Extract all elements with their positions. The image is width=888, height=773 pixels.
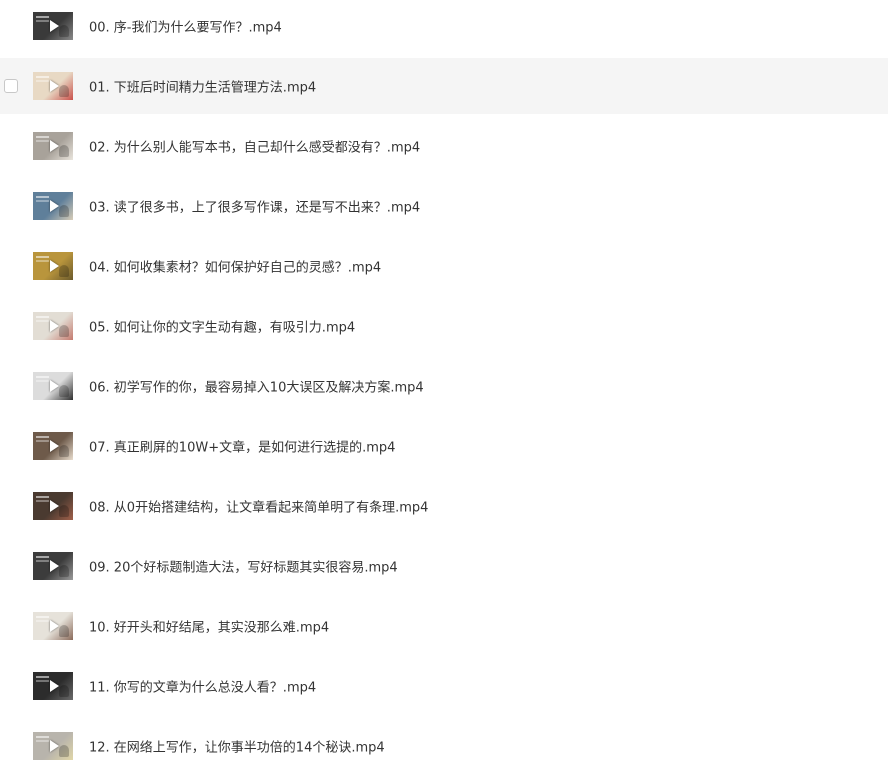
video-thumbnail[interactable] [33,312,73,340]
play-icon [50,680,59,692]
file-name[interactable]: 06. 初学写作的你，最容易掉入10大误区及解决方案.mp4 [89,377,424,396]
file-checkbox[interactable] [4,79,18,93]
play-icon [50,380,59,392]
file-name[interactable]: 09. 20个好标题制造大法，写好标题其实很容易.mp4 [89,557,398,576]
file-name[interactable]: 12. 在网络上写作，让你事半功倍的14个秘诀.mp4 [89,737,385,756]
play-icon [50,80,59,92]
play-icon [50,140,59,152]
file-row[interactable]: 10. 好开头和好结尾，其实没那么难.mp4 [0,598,888,654]
file-name[interactable]: 00. 序-我们为什么要写作？.mp4 [89,17,282,36]
play-icon [50,620,59,632]
play-icon [50,260,59,272]
file-row[interactable]: 07. 真正刷屏的10W+文章，是如何进行选提的.mp4 [0,418,888,474]
play-icon [50,20,59,32]
file-row[interactable]: 04. 如何收集素材？如何保护好自己的灵感？.mp4 [0,238,888,294]
video-thumbnail[interactable] [33,252,73,280]
file-name[interactable]: 03. 读了很多书，上了很多写作课，还是写不出来？.mp4 [89,197,420,216]
video-thumbnail[interactable] [33,732,73,760]
file-name[interactable]: 08. 从0开始搭建结构，让文章看起来简单明了有条理.mp4 [89,497,428,516]
video-thumbnail[interactable] [33,672,73,700]
play-icon [50,440,59,452]
file-name[interactable]: 10. 好开头和好结尾，其实没那么难.mp4 [89,617,329,636]
file-name[interactable]: 07. 真正刷屏的10W+文章，是如何进行选提的.mp4 [89,437,395,456]
file-name[interactable]: 04. 如何收集素材？如何保护好自己的灵感？.mp4 [89,257,381,276]
file-name[interactable]: 11. 你写的文章为什么总没人看？.mp4 [89,677,316,696]
play-icon [50,320,59,332]
file-row[interactable]: 09. 20个好标题制造大法，写好标题其实很容易.mp4 [0,538,888,594]
file-row[interactable]: 12. 在网络上写作，让你事半功倍的14个秘诀.mp4 [0,718,888,773]
file-row[interactable]: 00. 序-我们为什么要写作？.mp4 [0,0,888,54]
video-thumbnail[interactable] [33,612,73,640]
file-row[interactable]: 03. 读了很多书，上了很多写作课，还是写不出来？.mp4 [0,178,888,234]
video-thumbnail[interactable] [33,432,73,460]
play-icon [50,200,59,212]
file-name[interactable]: 02. 为什么别人能写本书，自己却什么感受都没有？.mp4 [89,137,420,156]
video-thumbnail[interactable] [33,12,73,40]
video-thumbnail[interactable] [33,192,73,220]
video-thumbnail[interactable] [33,492,73,520]
file-row[interactable]: 02. 为什么别人能写本书，自己却什么感受都没有？.mp4 [0,118,888,174]
file-list: 00. 序-我们为什么要写作？.mp4 01. 下班后时间精力生活管理方法.mp4… [0,0,888,773]
file-name[interactable]: 01. 下班后时间精力生活管理方法.mp4 [89,77,316,96]
file-row[interactable]: 08. 从0开始搭建结构，让文章看起来简单明了有条理.mp4 [0,478,888,534]
file-name[interactable]: 05. 如何让你的文字生动有趣，有吸引力.mp4 [89,317,355,336]
video-thumbnail[interactable] [33,552,73,580]
play-icon [50,740,59,752]
play-icon [50,560,59,572]
file-row[interactable]: 05. 如何让你的文字生动有趣，有吸引力.mp4 [0,298,888,354]
video-thumbnail[interactable] [33,372,73,400]
video-thumbnail[interactable] [33,72,73,100]
file-row[interactable]: 06. 初学写作的你，最容易掉入10大误区及解决方案.mp4 [0,358,888,414]
file-row[interactable]: 01. 下班后时间精力生活管理方法.mp4 [0,58,888,114]
file-row[interactable]: 11. 你写的文章为什么总没人看？.mp4 [0,658,888,714]
video-thumbnail[interactable] [33,132,73,160]
play-icon [50,500,59,512]
